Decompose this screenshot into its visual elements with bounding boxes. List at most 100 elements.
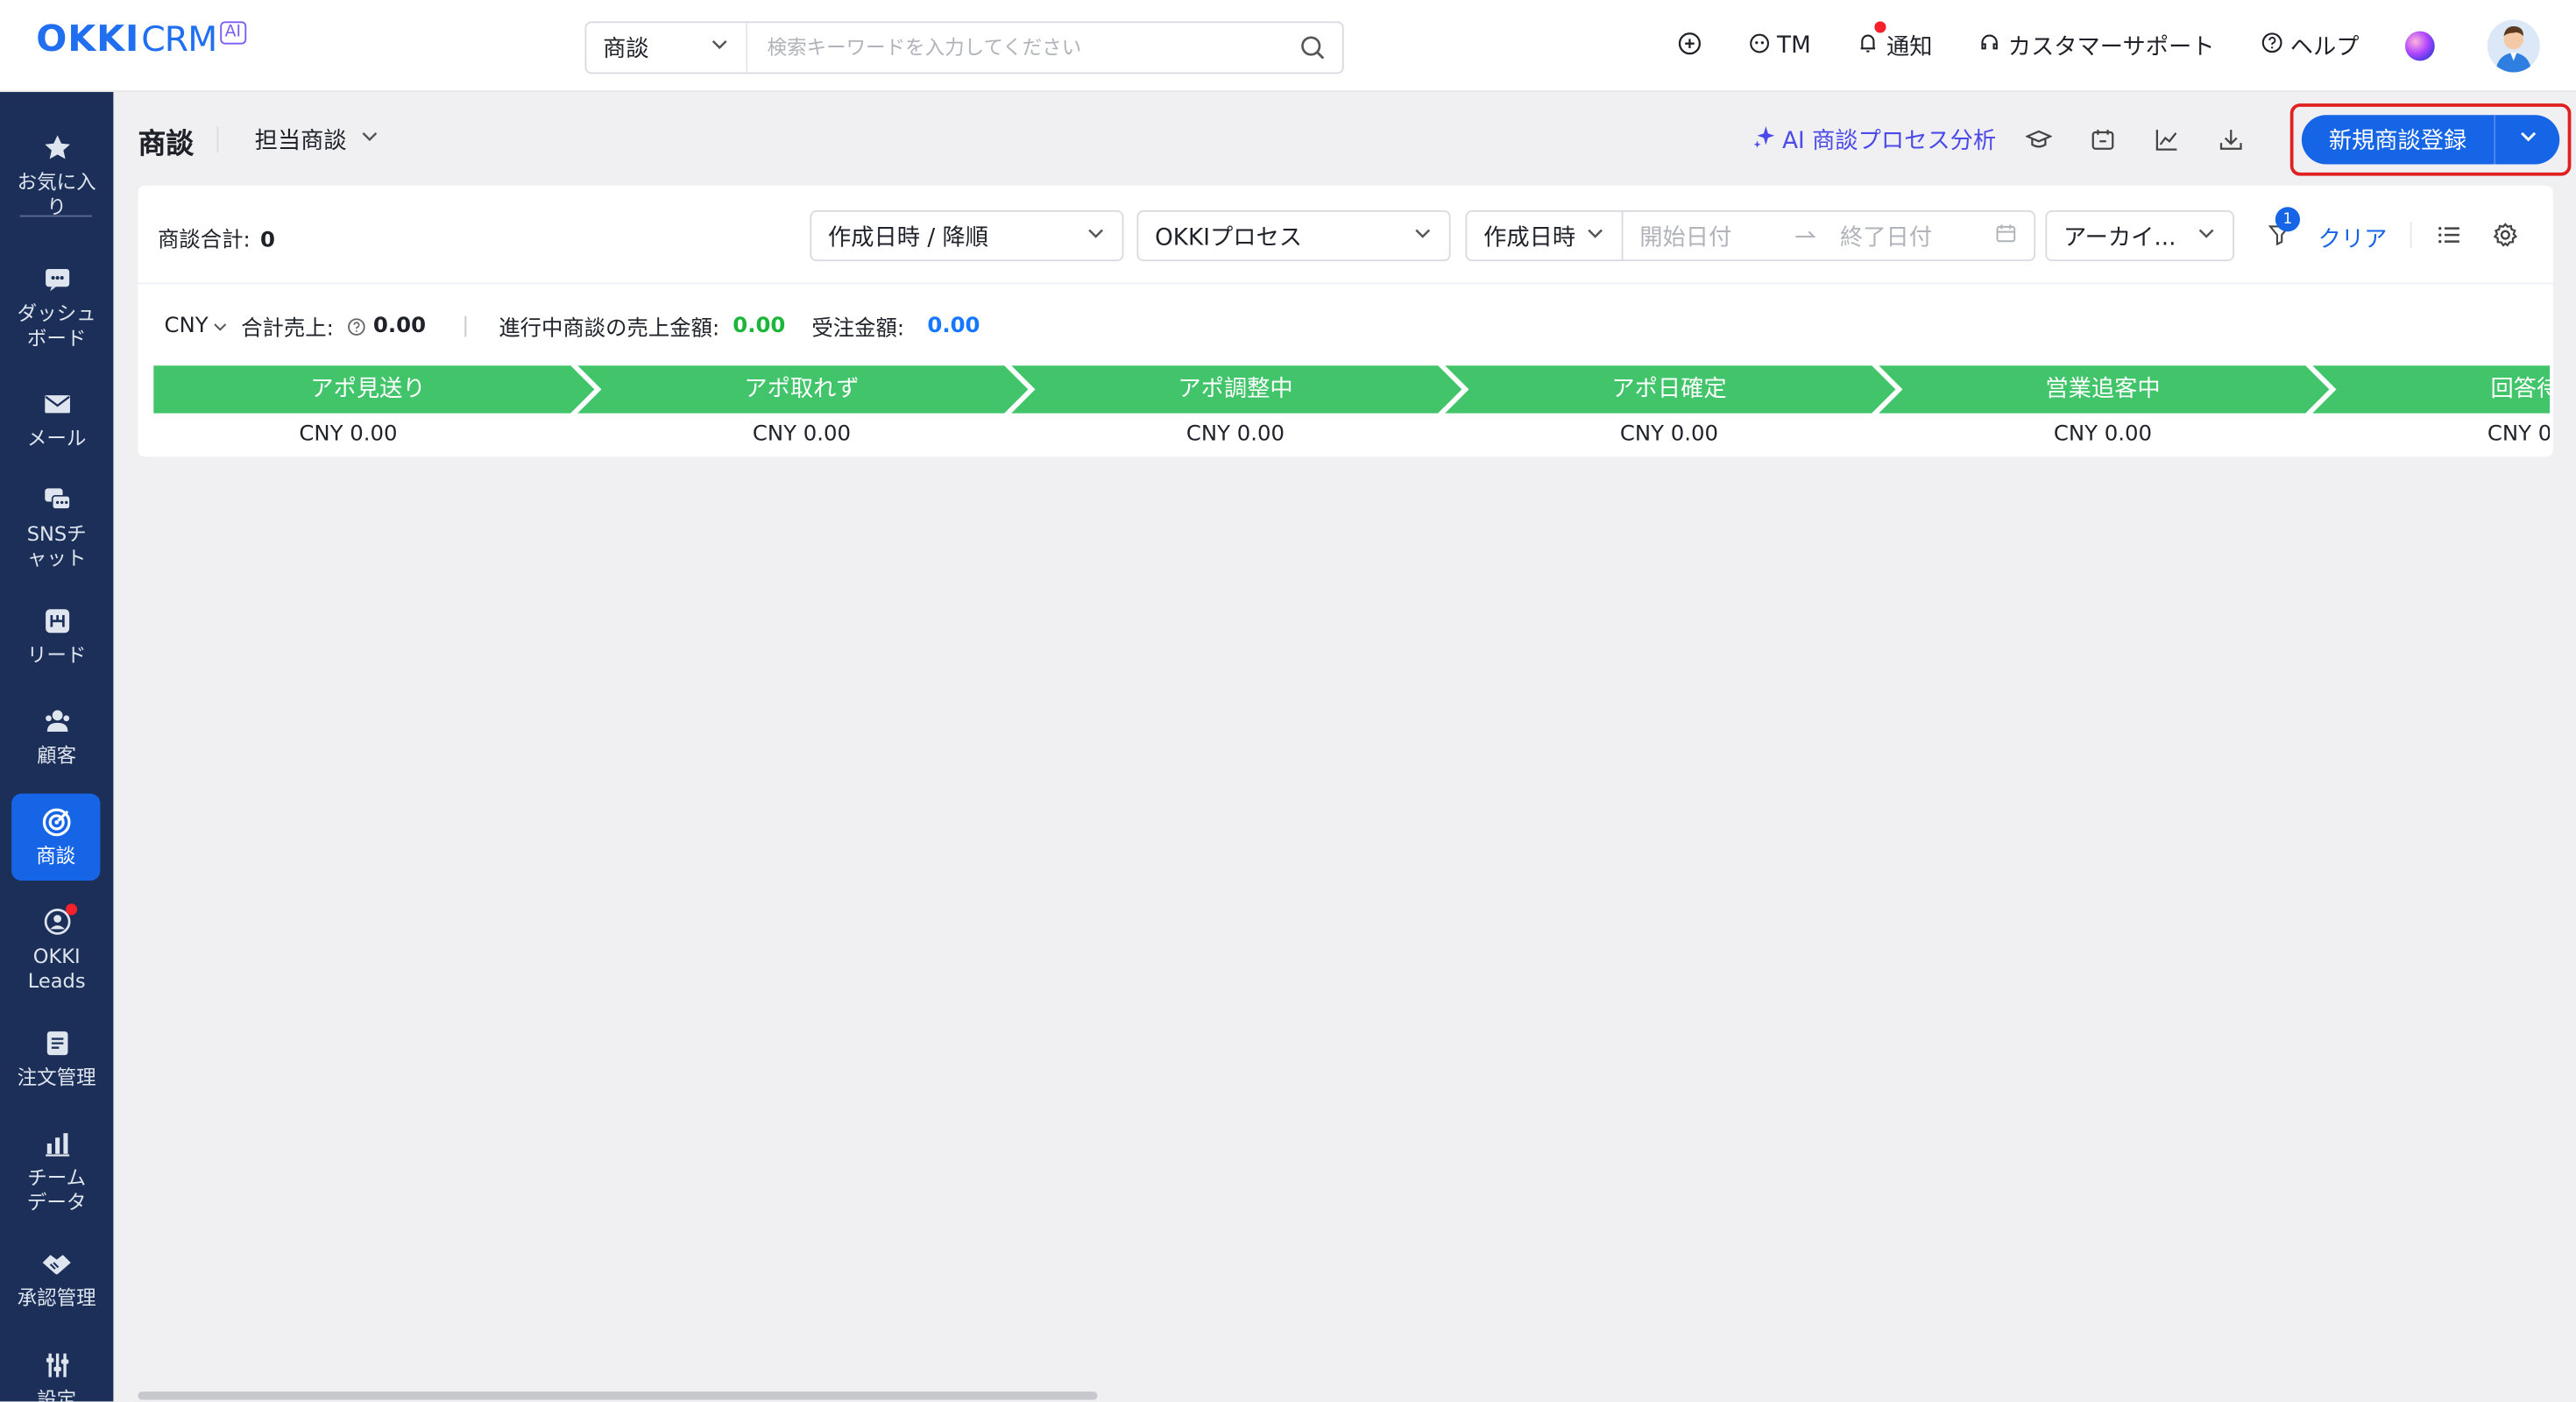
notification-button[interactable]: 通知: [1857, 21, 1932, 63]
chevron-down-icon: [213, 322, 226, 330]
sidebar-item-label: お気に入り: [17, 171, 96, 219]
sidebar-divider: [19, 215, 92, 217]
sales-summary: CNY 合計売上: 0.00 | 進行中商談の売上金額: 0.00 受注金額: …: [165, 310, 980, 342]
pipeline-stage-amount: CNY 0.00: [299, 421, 398, 447]
customer-icon: [40, 705, 74, 738]
chevron-down-icon: [2517, 126, 2537, 152]
sparkle-icon: [1752, 125, 1775, 155]
logo-ai-badge: AI: [219, 21, 246, 45]
tm-button[interactable]: TM: [1747, 32, 1811, 61]
sidebar-item-mail[interactable]: メール: [0, 388, 113, 452]
currency-label: CNY: [164, 314, 209, 339]
ai-assistant-orb-icon[interactable]: [2405, 31, 2435, 61]
process-select[interactable]: OKKIプロセス: [1136, 210, 1451, 262]
in-progress-sales-label: 進行中商談の売上金額:: [499, 316, 720, 342]
pipeline-stage-amount: CNY 0.00: [2053, 421, 2153, 447]
pipeline-stage-label[interactable]: 営業追客中: [1886, 363, 2320, 415]
pipeline-stage-amount: CNY 0.00: [752, 421, 852, 447]
sidebar-item-team-data[interactable]: チームデータ: [0, 1127, 113, 1215]
order-icon: [40, 1027, 74, 1060]
in-progress-sales-value: 0.00: [732, 314, 786, 339]
search-scope-select[interactable]: 商談: [586, 23, 748, 73]
sidebar-item-approval[interactable]: 承認管理: [0, 1247, 113, 1311]
sidebar-item-label: リード: [26, 644, 87, 668]
sidebar-item-label: 顧客: [37, 744, 77, 768]
customer-support-button[interactable]: カスタマーサポート: [1978, 30, 2215, 63]
pipeline-stage-label[interactable]: アポ取れず: [585, 363, 1019, 415]
list-view-icon[interactable]: [2437, 222, 2463, 255]
header-divider: [216, 126, 219, 153]
ai-process-analysis-label: AI 商談プロセス分析: [1782, 128, 1997, 155]
total-sales-value: 0.00: [372, 314, 427, 339]
sort-select[interactable]: 作成日時 / 降順: [810, 210, 1124, 262]
new-deal-button[interactable]: 新規商談登録: [2302, 115, 2494, 164]
headset-icon: [1978, 32, 2001, 61]
filter-button[interactable]: 1: [2268, 207, 2300, 253]
user-avatar[interactable]: [2487, 19, 2540, 73]
gear-icon[interactable]: [2492, 222, 2518, 255]
plus-circle-icon: [1677, 31, 1702, 62]
star-icon: [40, 131, 74, 165]
pipeline-stage-label[interactable]: アポ調整中: [1019, 363, 1453, 415]
top-navigation: TM 通知 カスタマーサポート ヘルプ: [1677, 0, 2576, 92]
total-sales-label: 合計売上:: [241, 316, 334, 342]
sidebar-item-settings[interactable]: 設定: [0, 1349, 113, 1401]
pipeline-stage-label[interactable]: アポ見送り: [152, 363, 585, 415]
mail-icon: [40, 388, 74, 421]
sidebar-item-label: ダッシュボード: [17, 302, 96, 350]
filter-count-badge: 1: [2275, 207, 2300, 232]
question-circle-icon: [2261, 32, 2283, 61]
sort-select-value: 作成日時 / 降順: [828, 223, 989, 251]
date-field-select[interactable]: 作成日時: [1465, 210, 1624, 262]
search-icon[interactable]: [1283, 23, 1342, 72]
settings-icon: [40, 1349, 74, 1382]
won-amount-label: 受注金額:: [811, 316, 905, 342]
chevron-down-icon: [1086, 223, 1106, 249]
sidebar-item-lead[interactable]: リード: [0, 605, 113, 669]
calendar-box-icon[interactable]: [2086, 124, 2120, 157]
sidebar-item-label: SNSチャット: [26, 522, 87, 570]
sidebar-item-favorites[interactable]: お気に入り: [0, 131, 113, 220]
sidebar-item-sns-chat[interactable]: SNSチャット: [0, 483, 113, 571]
top-bar: OKKI CRM AI 商談 検索キーワードを入力してください TM 通知 カス…: [0, 0, 2576, 92]
pipeline-stage-amounts: CNY 0.00 CNY 0.00 CNY 0.00 CNY 0.00 CNY 0.00…: [152, 421, 2550, 456]
graduation-cap-icon[interactable]: [2022, 124, 2056, 157]
chevron-down-icon: [1585, 223, 1605, 249]
sidebar-item-customer[interactable]: 顧客: [0, 705, 113, 768]
horizontal-scrollbar[interactable]: [138, 1391, 1098, 1400]
search-input[interactable]: [747, 23, 1284, 73]
pipeline-stage-label[interactable]: アポ日確定: [1453, 363, 1886, 415]
help-button[interactable]: ヘルプ: [2261, 30, 2360, 63]
bar-chart-icon: [40, 1127, 74, 1160]
start-date-input[interactable]: 開始日付: [1639, 219, 1794, 252]
pipeline-stage-label[interactable]: 回答待ち: [2320, 363, 2551, 415]
download-icon[interactable]: [2215, 124, 2248, 157]
header-actions: AI 商談プロセス分析 新規商談登録: [1752, 99, 2572, 181]
tm-icon: [1747, 32, 1770, 61]
currency-select[interactable]: CNY: [165, 314, 229, 338]
sidebar-item-order-management[interactable]: 注文管理: [0, 1027, 113, 1091]
sidebar-item-okki-leads[interactable]: OKKI Leads: [0, 903, 113, 994]
page-title: 商談: [138, 127, 195, 160]
target-icon: [39, 805, 73, 839]
owner-filter-dropdown[interactable]: 担当商談: [255, 124, 380, 157]
sidebar-item-dashboard[interactable]: ダッシュボード: [0, 263, 113, 351]
end-date-input[interactable]: 終了日付: [1840, 219, 1994, 252]
date-range-picker[interactable]: 開始日付 終了日付: [1621, 210, 2036, 262]
question-circle-icon[interactable]: [347, 316, 367, 336]
handshake-icon: [40, 1247, 74, 1280]
new-deal-dropdown-button[interactable]: [2494, 115, 2559, 165]
clear-filters-link[interactable]: クリア: [2318, 222, 2388, 255]
sidebar-item-deals[interactable]: 商談: [11, 793, 101, 881]
new-deal-label: 新規商談登録: [2328, 128, 2467, 155]
new-deal-split-button: 新規商談登録: [2301, 115, 2560, 165]
okki-crm-logo[interactable]: OKKI CRM AI: [36, 20, 246, 60]
bell-icon: [1857, 32, 1879, 61]
page-header: 商談 担当商談 AI 商談プロセス分析 新規商談登録: [138, 99, 2572, 181]
line-chart-icon[interactable]: [2150, 124, 2183, 157]
toolbar-divider: [2410, 222, 2412, 249]
archive-select[interactable]: アーカイ...: [2045, 210, 2234, 262]
ai-process-analysis-button[interactable]: AI 商談プロセス分析: [1752, 124, 1996, 157]
sidebar-item-label: 設定: [37, 1388, 77, 1402]
add-button[interactable]: [1677, 31, 1702, 62]
